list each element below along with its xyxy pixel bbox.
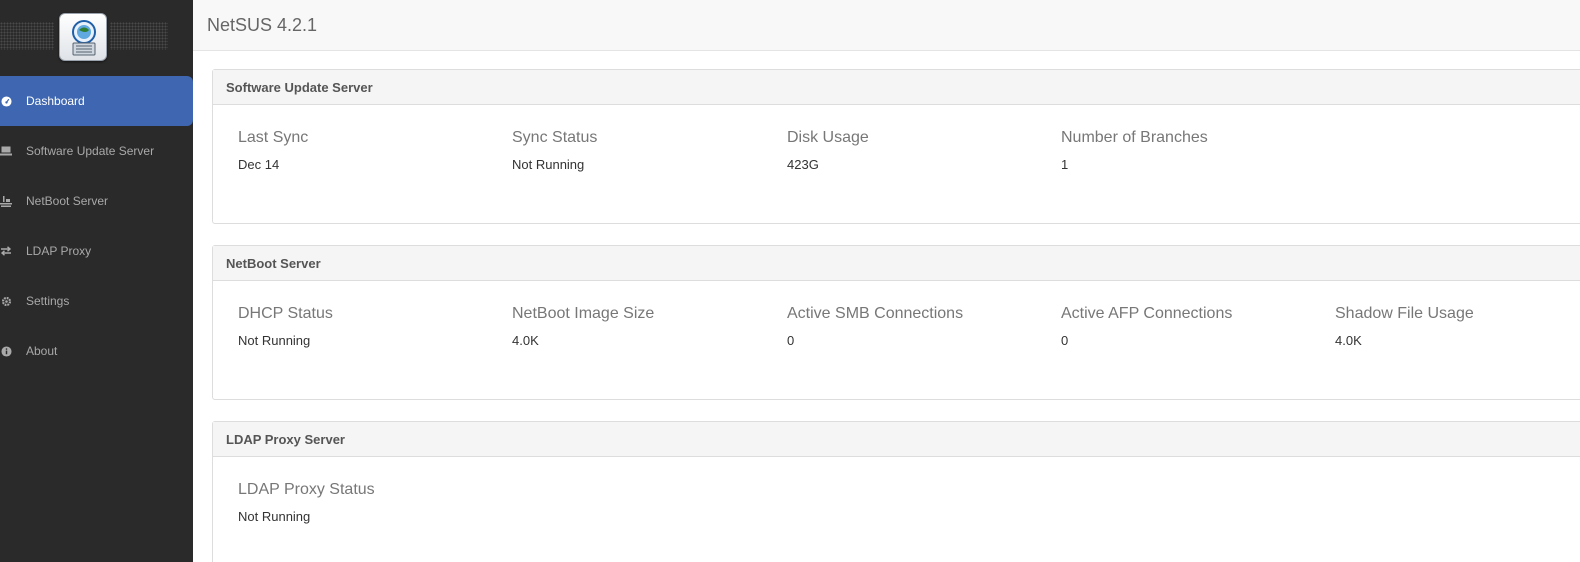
dashboard-icon [0, 95, 12, 107]
dot-pattern [0, 22, 54, 50]
stat-label: Sync Status [512, 129, 598, 146]
stat-number-of-branches: Number of Branches 1 [1061, 129, 1208, 172]
sidebar-item-dashboard[interactable]: Dashboard [0, 76, 193, 126]
panel-ldap-proxy-server: LDAP Proxy Server LDAP Proxy Status Not … [212, 421, 1580, 562]
panel-heading: LDAP Proxy Server [213, 422, 1580, 457]
stat-label: Active SMB Connections [787, 305, 964, 322]
stat-label: Number of Branches [1061, 129, 1208, 146]
sidebar-item-label: NetBoot Server [26, 194, 109, 208]
stat-label: Shadow File Usage [1335, 305, 1474, 322]
stat-label: LDAP Proxy Status [238, 481, 375, 498]
app-title: NetSUS 4.2.1 [207, 15, 318, 35]
panel-netboot-server: NetBoot Server DHCP Status Not Running N… [212, 245, 1580, 400]
stat-value: 4.0K [512, 333, 539, 348]
stat-value: 4.0K [1335, 333, 1362, 348]
stat-label: Disk Usage [787, 129, 869, 146]
stat-value: Not Running [512, 157, 585, 172]
stat-value: 423G [787, 157, 819, 172]
stat-value: 0 [1061, 333, 1069, 348]
panel-body: Last Sync Dec 14 Sync Status Not Running… [213, 105, 1580, 223]
panel-heading: NetBoot Server [213, 246, 1580, 281]
sidebar-item-label: Dashboard [26, 94, 85, 108]
stat-dhcp-status: DHCP Status Not Running [238, 305, 333, 348]
sidebar-item-settings[interactable]: Settings [0, 276, 193, 326]
stat-shadow-file-usage: Shadow File Usage 4.0K [1335, 305, 1474, 348]
logo-band [0, 0, 193, 72]
netsus-logo[interactable] [59, 13, 107, 61]
sidebar-item-software-update-server[interactable]: Software Update Server [0, 126, 193, 176]
stat-label: Active AFP Connections [1061, 305, 1233, 322]
stat-disk-usage: Disk Usage 423G [787, 129, 869, 172]
panel-body: DHCP Status Not Running NetBoot Image Si… [213, 281, 1580, 399]
sidebar-item-netboot-server[interactable]: NetBoot Server [0, 176, 193, 226]
dashboard-content: Software Update Server Last Sync Dec 14 … [193, 51, 1580, 562]
info-icon [0, 345, 12, 357]
stat-label: DHCP Status [238, 305, 333, 322]
stat-sync-status: Sync Status Not Running [512, 129, 597, 172]
exchange-icon [0, 245, 12, 257]
sidebar-item-label: LDAP Proxy [26, 244, 92, 258]
panel-body: LDAP Proxy Status Not Running [213, 457, 1580, 562]
stat-active-afp-connections: Active AFP Connections 0 [1061, 305, 1232, 348]
sidebar-item-ldap-proxy[interactable]: LDAP Proxy [0, 226, 193, 276]
sidebar-nav: Dashboard Software Update Server NetBoot… [0, 76, 193, 376]
stat-netboot-image-size: NetBoot Image Size 4.0K [512, 305, 654, 348]
sidebar: Dashboard Software Update Server NetBoot… [0, 0, 193, 562]
stat-active-smb-connections: Active SMB Connections 0 [787, 305, 963, 348]
stat-value: 0 [787, 333, 795, 348]
panel-heading: Software Update Server [213, 70, 1580, 105]
panel-software-update-server: Software Update Server Last Sync Dec 14 … [212, 69, 1580, 224]
stat-last-sync: Last Sync Dec 14 [238, 129, 308, 172]
top-header: NetSUS 4.2.1 [193, 0, 1580, 51]
stat-ldap-proxy-status: LDAP Proxy Status Not Running [238, 481, 375, 524]
gear-icon [0, 295, 12, 307]
sidebar-item-label: Software Update Server [26, 144, 155, 158]
stat-label: NetBoot Image Size [512, 305, 655, 322]
dot-pattern [110, 22, 168, 50]
sidebar-item-label: About [26, 344, 58, 358]
netboot-icon [0, 195, 12, 207]
sidebar-item-about[interactable]: About [0, 326, 193, 376]
stat-value: 1 [1061, 157, 1069, 172]
sidebar-item-label: Settings [26, 294, 70, 308]
laptop-icon [0, 145, 12, 157]
stat-label: Last Sync [238, 129, 309, 146]
stat-value: Not Running [238, 509, 311, 524]
stat-value: Not Running [238, 333, 311, 348]
stat-value: Dec 14 [238, 157, 280, 172]
